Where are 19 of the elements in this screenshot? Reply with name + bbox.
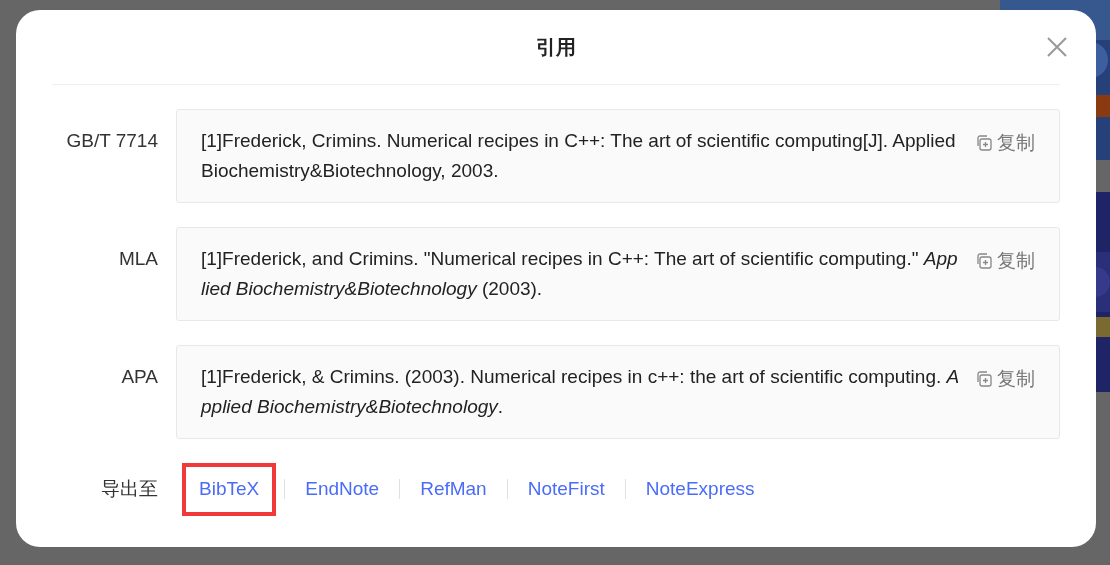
copy-button[interactable]: 复制: [975, 129, 1035, 158]
citation-text: [1]Frederick, & Crimins. (2003). Numerical recipes in c++: the art of scientific computing. Applied Biochemistry&Biotechnology.: [201, 365, 961, 419]
citation-style-label: APA: [120, 365, 158, 389]
export-label: 导出至: [100, 477, 158, 501]
copy-icon: [975, 252, 993, 271]
export-link[interactable]: EndNote: [285, 463, 400, 516]
copy-button[interactable]: 复制: [975, 247, 1035, 276]
export-link[interactable]: BibTeX: [182, 463, 277, 516]
citation-text: [1]Frederick, and Crimins. "Numerical recipes in C++: The art of scientific computing." Applied Biochemistry&Biotechnology (2003).: [201, 247, 959, 301]
citation-text: [1]Frederick, Crimins. Numerical recipes in C++: The art of scientific computing[J]. Applied Biochemistry&Biotechnology, 2003.: [201, 129, 957, 183]
copy-icon: [975, 134, 993, 153]
export-link[interactable]: RefMan: [400, 463, 507, 516]
copy-button[interactable]: 复制: [975, 365, 1035, 394]
export-link[interactable]: NoteFirst: [507, 463, 625, 516]
dialog-title: 引用: [536, 35, 576, 60]
citation-style-label: GB/T 7714: [65, 129, 158, 153]
export-link[interactable]: NoteExpress: [625, 463, 775, 516]
citation-style-label: MLA: [117, 247, 158, 271]
copy-icon: [975, 370, 993, 389]
